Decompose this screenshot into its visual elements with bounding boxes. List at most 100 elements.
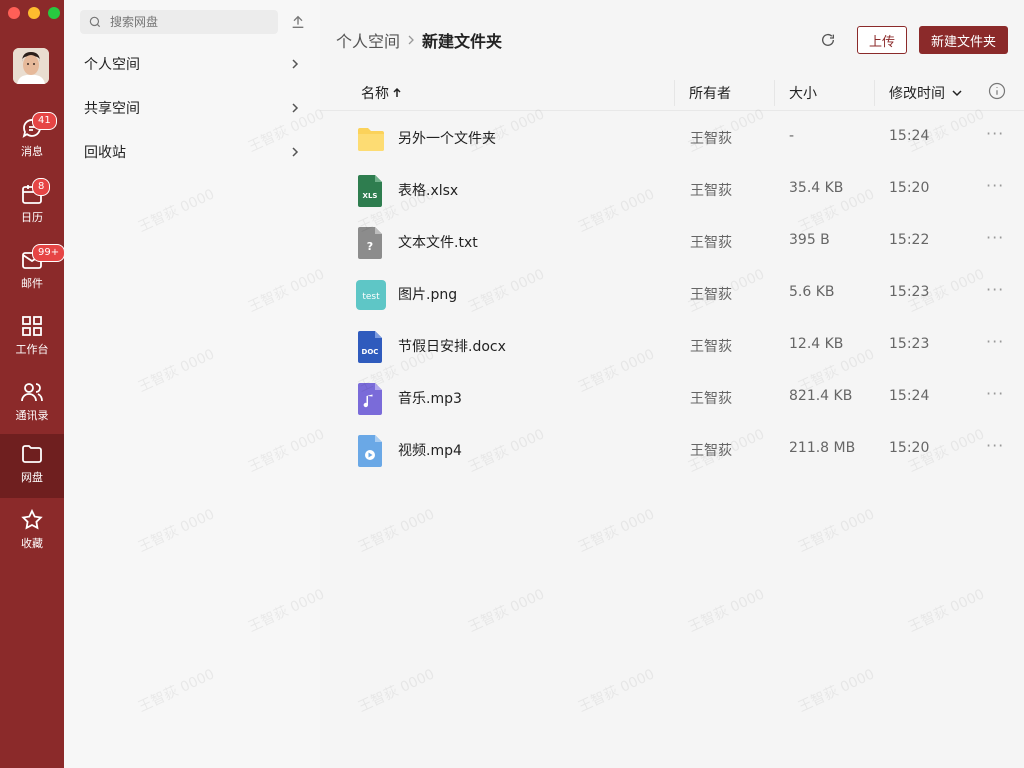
grid-icon bbox=[22, 316, 42, 336]
rail-item-workbench[interactable]: 工作台 bbox=[0, 306, 64, 370]
doc-file-icon: DOC bbox=[358, 331, 382, 363]
nav-item-personal-space[interactable]: 个人空间 bbox=[64, 42, 320, 86]
file-owner: 王智荻 bbox=[690, 131, 732, 147]
unread-badge: 41 bbox=[32, 112, 57, 130]
file-name: 另外一个文件夹 bbox=[398, 131, 496, 147]
file-size: 35.4 KB bbox=[789, 180, 844, 196]
svg-text:XLS: XLS bbox=[363, 192, 378, 200]
chevron-right-icon bbox=[408, 35, 414, 45]
file-time: 15:23 bbox=[889, 336, 930, 352]
file-size: 211.8 MB bbox=[789, 440, 856, 456]
image-file-icon: test bbox=[356, 280, 386, 310]
nav-item-label: 回收站 bbox=[84, 145, 126, 161]
column-name-label: 名称 bbox=[361, 86, 389, 102]
more-actions-icon[interactable]: ··· bbox=[986, 176, 1006, 196]
more-actions-icon[interactable]: ··· bbox=[986, 228, 1006, 248]
avatar[interactable] bbox=[13, 48, 49, 84]
column-size-label: 大小 bbox=[789, 86, 817, 102]
file-name: 音乐.mp3 bbox=[398, 391, 462, 407]
more-actions-icon[interactable]: ··· bbox=[986, 436, 1006, 456]
audio-file-icon bbox=[358, 383, 382, 415]
rail-label: 消息 bbox=[21, 145, 43, 158]
file-time: 15:20 bbox=[889, 180, 930, 196]
breadcrumb-parent[interactable]: 个人空间 bbox=[336, 28, 400, 52]
table-row[interactable]: 另外一个文件夹 王智荻 - 15:24 ··· bbox=[320, 112, 1024, 164]
file-name: 文本文件.txt bbox=[398, 235, 478, 251]
table-row[interactable]: XLS 表格.xlsx 王智荻 35.4 KB 15:20 ··· bbox=[320, 164, 1024, 216]
rail-item-calendar[interactable]: 日历 8 bbox=[0, 174, 64, 238]
chevron-right-icon bbox=[292, 59, 299, 69]
breadcrumb-current: 新建文件夹 bbox=[422, 32, 503, 51]
more-actions-icon[interactable]: ··· bbox=[986, 124, 1006, 144]
star-icon bbox=[21, 508, 43, 530]
upload-icon[interactable] bbox=[290, 14, 306, 30]
unread-badge: 8 bbox=[32, 178, 51, 196]
file-time: 15:23 bbox=[889, 284, 930, 300]
sort-asc-icon bbox=[393, 87, 401, 97]
nav-item-shared-space[interactable]: 共享空间 bbox=[64, 86, 320, 130]
column-modified-label: 修改时间 bbox=[889, 86, 945, 102]
file-name: 节假日安排.docx bbox=[398, 339, 506, 355]
nav-item-recycle-bin[interactable]: 回收站 bbox=[64, 130, 320, 174]
chevron-right-icon bbox=[292, 147, 299, 157]
table-row[interactable]: test 图片.png 王智荻 5.6 KB 15:23 ··· bbox=[320, 268, 1024, 320]
file-size: 821.4 KB bbox=[789, 388, 853, 404]
app-window: 消息 41 日历 8 邮件 99+ 工作台 通讯录 网盘 收藏 搜索网盘 个人空… bbox=[0, 0, 1024, 768]
chevron-right-icon bbox=[292, 103, 299, 113]
file-size: 395 B bbox=[789, 232, 830, 248]
rail-label: 通讯录 bbox=[15, 409, 49, 422]
table-header: 名称 所有者 大小 修改时间 bbox=[320, 76, 1024, 111]
table-row[interactable]: DOC 节假日安排.docx 王智荻 12.4 KB 15:23 ··· bbox=[320, 320, 1024, 372]
nav-item-label: 个人空间 bbox=[84, 57, 140, 73]
maximize-window-button[interactable] bbox=[48, 7, 60, 19]
rail-item-favorites[interactable]: 收藏 bbox=[0, 500, 64, 564]
new-folder-button[interactable]: 新建文件夹 bbox=[919, 26, 1008, 54]
column-owner-label: 所有者 bbox=[689, 86, 731, 102]
xls-file-icon: XLS bbox=[358, 175, 382, 207]
rail-label: 工作台 bbox=[15, 343, 49, 356]
table-row[interactable]: 音乐.mp3 王智荻 821.4 KB 15:24 ··· bbox=[320, 372, 1024, 424]
more-actions-icon[interactable]: ··· bbox=[986, 280, 1006, 300]
rail-label: 邮件 bbox=[21, 277, 43, 290]
file-name: 表格.xlsx bbox=[398, 183, 459, 199]
search-input[interactable] bbox=[108, 14, 272, 30]
nav-item-label: 共享空间 bbox=[84, 101, 140, 117]
rail-item-contacts[interactable]: 通讯录 bbox=[0, 372, 64, 436]
refresh-icon[interactable] bbox=[820, 32, 836, 48]
file-time: 15:22 bbox=[889, 232, 930, 248]
info-icon[interactable] bbox=[988, 82, 1006, 100]
upload-button[interactable]: 上传 bbox=[857, 26, 907, 54]
file-time: 15:20 bbox=[889, 440, 930, 456]
column-header-name[interactable]: 名称 bbox=[361, 76, 403, 110]
svg-text:DOC: DOC bbox=[362, 348, 379, 356]
file-owner: 王智荻 bbox=[690, 235, 732, 251]
contacts-icon bbox=[21, 383, 43, 402]
folder-icon bbox=[22, 445, 42, 463]
rail-item-drive[interactable]: 网盘 bbox=[0, 434, 64, 498]
file-owner: 王智荻 bbox=[690, 443, 732, 459]
main-content: 个人空间 新建文件夹 上传 新建文件夹 名称 所有者 大小 修改时间 另外一个文… bbox=[320, 0, 1024, 768]
rail-label: 网盘 bbox=[21, 471, 43, 484]
rail-label: 日历 bbox=[21, 211, 43, 224]
column-header-owner[interactable]: 所有者 bbox=[674, 80, 731, 106]
search-box[interactable] bbox=[80, 10, 278, 34]
chevron-down-icon bbox=[952, 90, 962, 97]
table-row[interactable]: 视频.mp4 王智荻 211.8 MB 15:20 ··· bbox=[320, 424, 1024, 476]
breadcrumb: 个人空间 新建文件夹 bbox=[336, 28, 502, 52]
table-row[interactable]: ? 文本文件.txt 王智荻 395 B 15:22 ··· bbox=[320, 216, 1024, 268]
video-file-icon bbox=[358, 435, 382, 467]
svg-text:?: ? bbox=[367, 240, 373, 253]
rail-item-messages[interactable]: 消息 41 bbox=[0, 108, 64, 172]
more-actions-icon[interactable]: ··· bbox=[986, 384, 1006, 404]
rail-item-mail[interactable]: 邮件 99+ bbox=[0, 240, 66, 304]
file-size: 12.4 KB bbox=[789, 336, 844, 352]
minimize-window-button[interactable] bbox=[28, 7, 40, 19]
column-header-modified[interactable]: 修改时间 bbox=[874, 80, 963, 106]
file-size: - bbox=[789, 128, 795, 144]
window-controls bbox=[8, 7, 60, 19]
column-header-size[interactable]: 大小 bbox=[774, 80, 817, 106]
search-icon bbox=[89, 16, 101, 28]
close-window-button[interactable] bbox=[8, 7, 20, 19]
more-actions-icon[interactable]: ··· bbox=[986, 332, 1006, 352]
file-time: 15:24 bbox=[889, 128, 930, 144]
